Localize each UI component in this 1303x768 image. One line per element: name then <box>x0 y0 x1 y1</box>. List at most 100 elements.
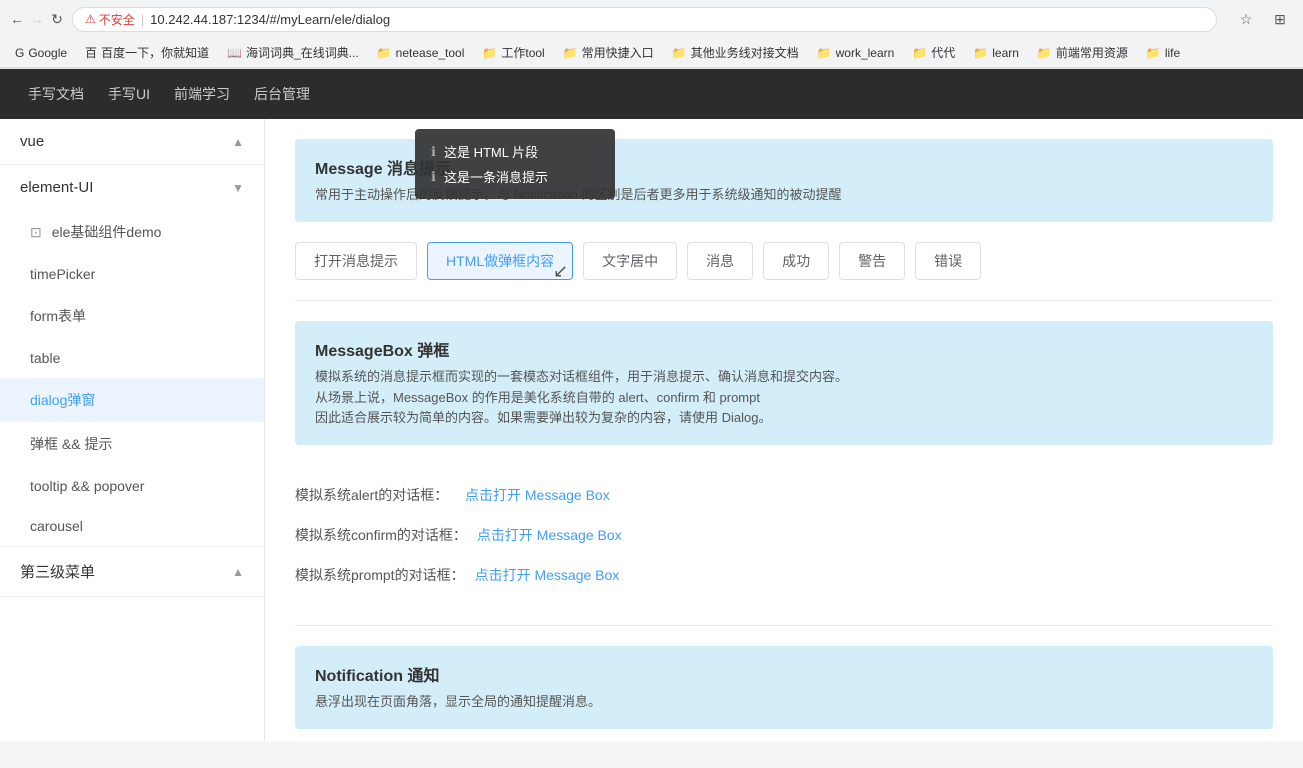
bookmark-learn[interactable]: 📁 learn <box>966 44 1026 62</box>
messagebox-title: MessageBox 弹框 <box>315 337 1253 361</box>
bookmark-business[interactable]: 📁 其他业务线对接文档 <box>665 42 806 63</box>
warning-icon: ⚠ <box>85 12 96 26</box>
messagebox-row-prompt: 模拟系统prompt的对话框： 点击打开 Message Box <box>295 555 1273 595</box>
bookmark-label: Google <box>28 46 67 60</box>
topnav-handwriteui[interactable]: 手写UI <box>96 69 162 119</box>
sidebar-elementui-label: element-UI <box>20 179 93 196</box>
sidebar-item-tooltip[interactable]: tooltip && popover <box>0 466 264 506</box>
sidebar-item-table[interactable]: table <box>0 338 264 378</box>
tooltip-text-1: 这是 HTML 片段 <box>444 142 538 161</box>
bookmark-label: 工作tool <box>501 44 544 61</box>
extensions-button[interactable]: ⊞ <box>1267 6 1293 32</box>
bookmark-worklearn[interactable]: 📁 work_learn <box>810 44 902 62</box>
btn-error[interactable]: 错误 <box>915 242 981 280</box>
sidebar-item-carousel[interactable]: carousel <box>0 506 264 546</box>
bookmark-label: 百度一下，你就知道 <box>101 44 209 61</box>
bookmark-life[interactable]: 📁 life <box>1139 44 1187 62</box>
bookmark-baidu[interactable]: 百 百度一下，你就知道 <box>78 42 216 63</box>
messagebox-desc2: 从场景上说，MessageBox 的作用是美化系统自带的 alert、confi… <box>315 388 1253 409</box>
bookmarks-bar: G Google 百 百度一下，你就知道 📖 海词词典_在线词典... 📁 ne… <box>0 38 1303 68</box>
content-area: ℹ 这是 HTML 片段 ℹ 这是一条消息提示 Message 消息提示 常用于… <box>265 119 1303 741</box>
btn-open-message[interactable]: 打开消息提示 <box>295 242 417 280</box>
bookmark-label: 海词词典_在线词典... <box>246 44 359 61</box>
folder-icon: 📁 <box>1037 46 1052 60</box>
sidebar-item-ele-demo[interactable]: ⊡ ele基础组件demo <box>0 210 264 254</box>
btn-success[interactable]: 成功 <box>763 242 829 280</box>
sidebar-item-dialog[interactable]: dialog弹窗 <box>0 378 264 422</box>
tooltip-text-2: 这是一条消息提示 <box>444 167 548 186</box>
separator: | <box>141 12 144 27</box>
bookmark-google[interactable]: G Google <box>8 44 74 62</box>
address-bar[interactable]: ⚠ 不安全 | 10.242.44.187:1234/#/myLearn/ele… <box>72 7 1217 32</box>
divider-1 <box>295 300 1273 301</box>
btn-message[interactable]: 消息 <box>687 242 753 280</box>
messagebox-desc3: 因此适合展示较为简单的内容。如果需要弹出较为复杂的内容，请使用 Dialog。 <box>315 408 1253 429</box>
google-icon: G <box>15 46 24 60</box>
sidebar-item-popup[interactable]: 弹框 && 提示 <box>0 422 264 466</box>
btn-text-center[interactable]: 文字居中 <box>583 242 677 280</box>
main-layout: vue ▲ element-UI ▼ ⊡ ele基础组件demo timePic… <box>0 119 1303 741</box>
bookmark-dai[interactable]: 📁 代代 <box>905 42 962 63</box>
bookmark-worktool[interactable]: 📁 工作tool <box>475 42 551 63</box>
star-button[interactable]: ☆ <box>1233 6 1259 32</box>
sidebar-header-elementui[interactable]: element-UI ▼ <box>0 165 264 210</box>
sidebar-item-label: tooltip && popover <box>30 478 144 494</box>
sidebar-item-label: dialog弹窗 <box>30 390 95 410</box>
msgbox-alert-link[interactable]: 点击打开 Message Box <box>465 485 610 505</box>
bookmark-haici[interactable]: 📖 海词词典_在线词典... <box>220 42 366 63</box>
sidebar-level3-label: 第三级菜单 <box>20 561 95 582</box>
folder-icon: 📁 <box>1146 46 1161 60</box>
bookmark-label: 代代 <box>931 44 955 61</box>
info-icon2: ℹ <box>431 169 436 185</box>
reload-button[interactable]: ↻ <box>50 12 64 26</box>
sidebar-section-level3: 第三级菜单 ▲ <box>0 547 264 597</box>
bookmark-label: work_learn <box>836 46 895 60</box>
browser-controls: ← → ↻ <box>10 12 64 26</box>
grid-icon: ⊡ <box>30 224 42 241</box>
sidebar-item-label: ele基础组件demo <box>52 222 162 242</box>
topnav-handwrite[interactable]: 手写文档 <box>16 69 96 119</box>
bookmark-netease[interactable]: 📁 netease_tool <box>370 44 472 62</box>
bookmark-label: 常用快捷入口 <box>582 44 654 61</box>
sidebar-item-timepicker[interactable]: timePicker <box>0 254 264 294</box>
url-text: 10.242.44.187:1234/#/myLearn/ele/dialog <box>150 12 390 27</box>
sidebar-header-vue[interactable]: vue ▲ <box>0 119 264 164</box>
msgbox-prompt-label: 模拟系统prompt的对话框： <box>295 565 465 585</box>
message-buttons-row: 打开消息提示 HTML做弹框内容 ↙ 文字居中 消息 成功 警告 错误 <box>295 242 1273 280</box>
topnav-admin[interactable]: 后台管理 <box>242 69 322 119</box>
chevron-icon: ▲ <box>232 135 244 149</box>
tooltip-item-1: ℹ 这是 HTML 片段 <box>431 139 599 164</box>
bookmark-shortcuts[interactable]: 📁 常用快捷入口 <box>556 42 661 63</box>
folder-icon: 📁 <box>912 46 927 60</box>
haici-icon: 📖 <box>227 46 242 60</box>
browser-titlebar: ← → ↻ ⚠ 不安全 | 10.242.44.187:1234/#/myLea… <box>0 0 1303 38</box>
bookmark-label: netease_tool <box>396 46 465 60</box>
tooltip-overlay: ℹ 这是 HTML 片段 ℹ 这是一条消息提示 <box>415 129 615 199</box>
sidebar-item-form[interactable]: form表单 <box>0 294 264 338</box>
msgbox-confirm-label: 模拟系统confirm的对话框： <box>295 525 467 545</box>
topnav-frontend[interactable]: 前端学习 <box>162 69 242 119</box>
msgbox-alert-label: 模拟系统alert的对话框： <box>295 485 455 505</box>
notification-title: Notification 通知 <box>315 662 1253 686</box>
info-icon: ℹ <box>431 144 436 160</box>
folder-icon: 📁 <box>973 46 988 60</box>
bookmark-label: learn <box>992 46 1019 60</box>
msgbox-confirm-link[interactable]: 点击打开 Message Box <box>477 525 622 545</box>
bookmark-label: life <box>1165 46 1180 60</box>
msgbox-prompt-link[interactable]: 点击打开 Message Box <box>475 565 620 585</box>
baidu-icon: 百 <box>85 44 97 61</box>
forward-button[interactable]: → <box>30 12 44 26</box>
bookmark-frontend[interactable]: 📁 前端常用资源 <box>1030 42 1135 63</box>
chevron-icon: ▲ <box>232 565 244 579</box>
browser-icons: ☆ ⊞ <box>1233 6 1293 32</box>
back-button[interactable]: ← <box>10 12 24 26</box>
sidebar-section-vue: vue ▲ <box>0 119 264 165</box>
messagebox-rows-section: 模拟系统alert的对话框： 点击打开 Message Box 模拟系统conf… <box>295 465 1273 605</box>
btn-warning[interactable]: 警告 <box>839 242 905 280</box>
btn-html-content[interactable]: HTML做弹框内容 ↙ <box>427 242 573 280</box>
tooltip-item-2: ℹ 这是一条消息提示 <box>431 164 599 189</box>
top-nav: 手写文档 手写UI 前端学习 后台管理 <box>0 69 1303 119</box>
sidebar-header-level3[interactable]: 第三级菜单 ▲ <box>0 547 264 596</box>
messagebox-desc1: 模拟系统的消息提示框而实现的一套模态对话框组件，用于消息提示、确认消息和提交内容… <box>315 367 1253 388</box>
notification-desc: 悬浮出现在页面角落，显示全局的通知提醒消息。 <box>315 692 1253 713</box>
